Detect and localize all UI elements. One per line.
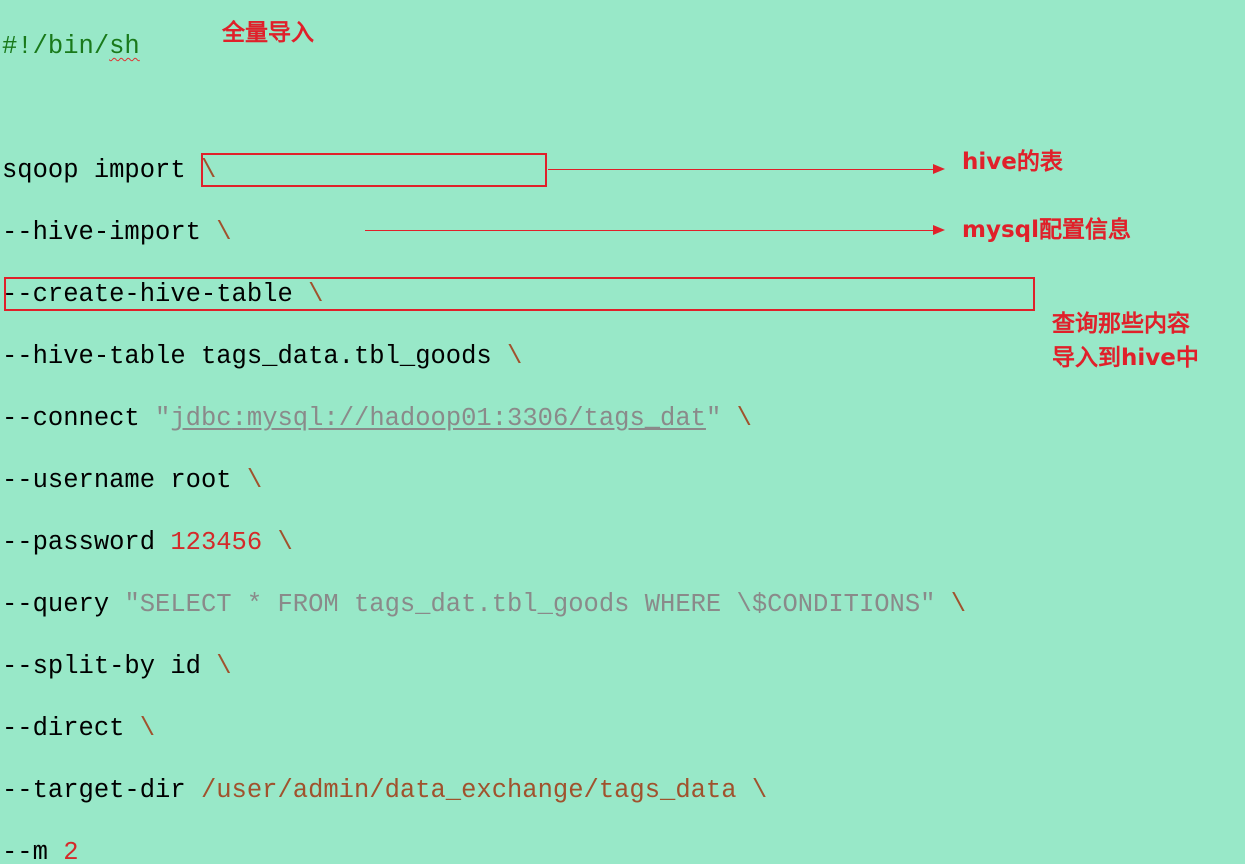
password-flag: --password xyxy=(2,528,156,557)
code-line-split-by: --split-by id \ xyxy=(2,651,966,682)
line-continuation: \ xyxy=(736,404,752,433)
connect-flag: --connect xyxy=(2,404,140,433)
line-continuation: \ xyxy=(246,466,263,495)
line-continuation: \ xyxy=(139,714,156,743)
connect-url-rest: ://hadoop01:3306/tags_dat xyxy=(323,404,706,433)
command-text: sqoop import xyxy=(2,156,186,185)
line-continuation: \ xyxy=(216,652,232,681)
code-line-target-dir: --target-dir /user/admin/data_exchange/t… xyxy=(2,775,966,806)
annotation-hive-table: hive的表 xyxy=(962,149,1063,175)
code-line-hive-table: --hive-table tags_data.tbl_goods \ xyxy=(2,341,966,372)
connect-jdbc: jdbc xyxy=(170,404,232,433)
code-line-password: --password 123456 \ xyxy=(2,527,966,558)
code-line-hive-import: --hive-import \ xyxy=(2,217,966,248)
connect-quote-open: " xyxy=(155,404,171,433)
arrow-mysql-config xyxy=(365,230,934,231)
line-continuation: \ xyxy=(277,528,293,557)
query-flag: --query xyxy=(2,590,110,619)
code-line-direct: --direct \ xyxy=(2,713,966,744)
m-flag: --m xyxy=(2,838,48,864)
highlight-box-query xyxy=(4,277,1035,311)
connect-colon: : xyxy=(231,404,247,433)
username-flag: --username xyxy=(2,466,156,495)
code-editor[interactable]: #!/bin/sh sqoop import \ --hive-import \… xyxy=(2,0,966,864)
highlight-box-hive-table xyxy=(201,153,547,187)
shebang-sh: sh xyxy=(109,32,140,61)
annotation-query-line2: 导入到hive中 xyxy=(1052,345,1199,371)
target-dir-flag: --target-dir xyxy=(2,776,186,805)
connect-quote-close: " xyxy=(705,404,722,433)
connect-mysql: mysql xyxy=(246,404,324,433)
code-line-m: --m 2 xyxy=(2,837,966,864)
hive-table-value: tags_data.tbl_goods xyxy=(200,342,492,371)
line-continuation: \ xyxy=(751,776,768,805)
hive-import-flag: --hive-import xyxy=(2,218,201,247)
line-continuation: \ xyxy=(507,342,523,371)
target-dir-value: /user/admin/data_exchange/tags_data xyxy=(200,776,737,805)
line-continuation: \ xyxy=(950,590,967,619)
code-line-connect: --connect "jdbc:mysql://hadoop01:3306/ta… xyxy=(2,403,966,434)
arrowhead-icon xyxy=(933,225,945,235)
password-value: 123456 xyxy=(170,528,263,557)
split-by-value: id xyxy=(170,652,201,681)
m-value: 2 xyxy=(63,838,79,864)
shebang-prefix: #!/bin/ xyxy=(2,32,110,61)
annotation-query-line1: 查询那些内容 xyxy=(1052,311,1190,337)
arrow-hive-table xyxy=(548,169,934,170)
hive-table-flag: --hive-table xyxy=(2,342,186,371)
code-line-username: --username root \ xyxy=(2,465,966,496)
code-line-query: --query "SELECT * FROM tags_dat.tbl_good… xyxy=(2,589,966,620)
query-value: "SELECT * FROM tags_dat.tbl_goods WHERE … xyxy=(124,590,936,619)
split-by-flag: --split-by xyxy=(2,652,156,681)
arrowhead-icon xyxy=(933,164,945,174)
direct-flag: --direct xyxy=(2,714,125,743)
code-line-shebang: #!/bin/sh xyxy=(2,31,966,62)
line-continuation: \ xyxy=(216,218,232,247)
username-value: root xyxy=(170,466,232,495)
annotation-mysql-config: mysql配置信息 xyxy=(962,217,1131,243)
annotation-full-import: 全量导入 xyxy=(222,20,314,46)
